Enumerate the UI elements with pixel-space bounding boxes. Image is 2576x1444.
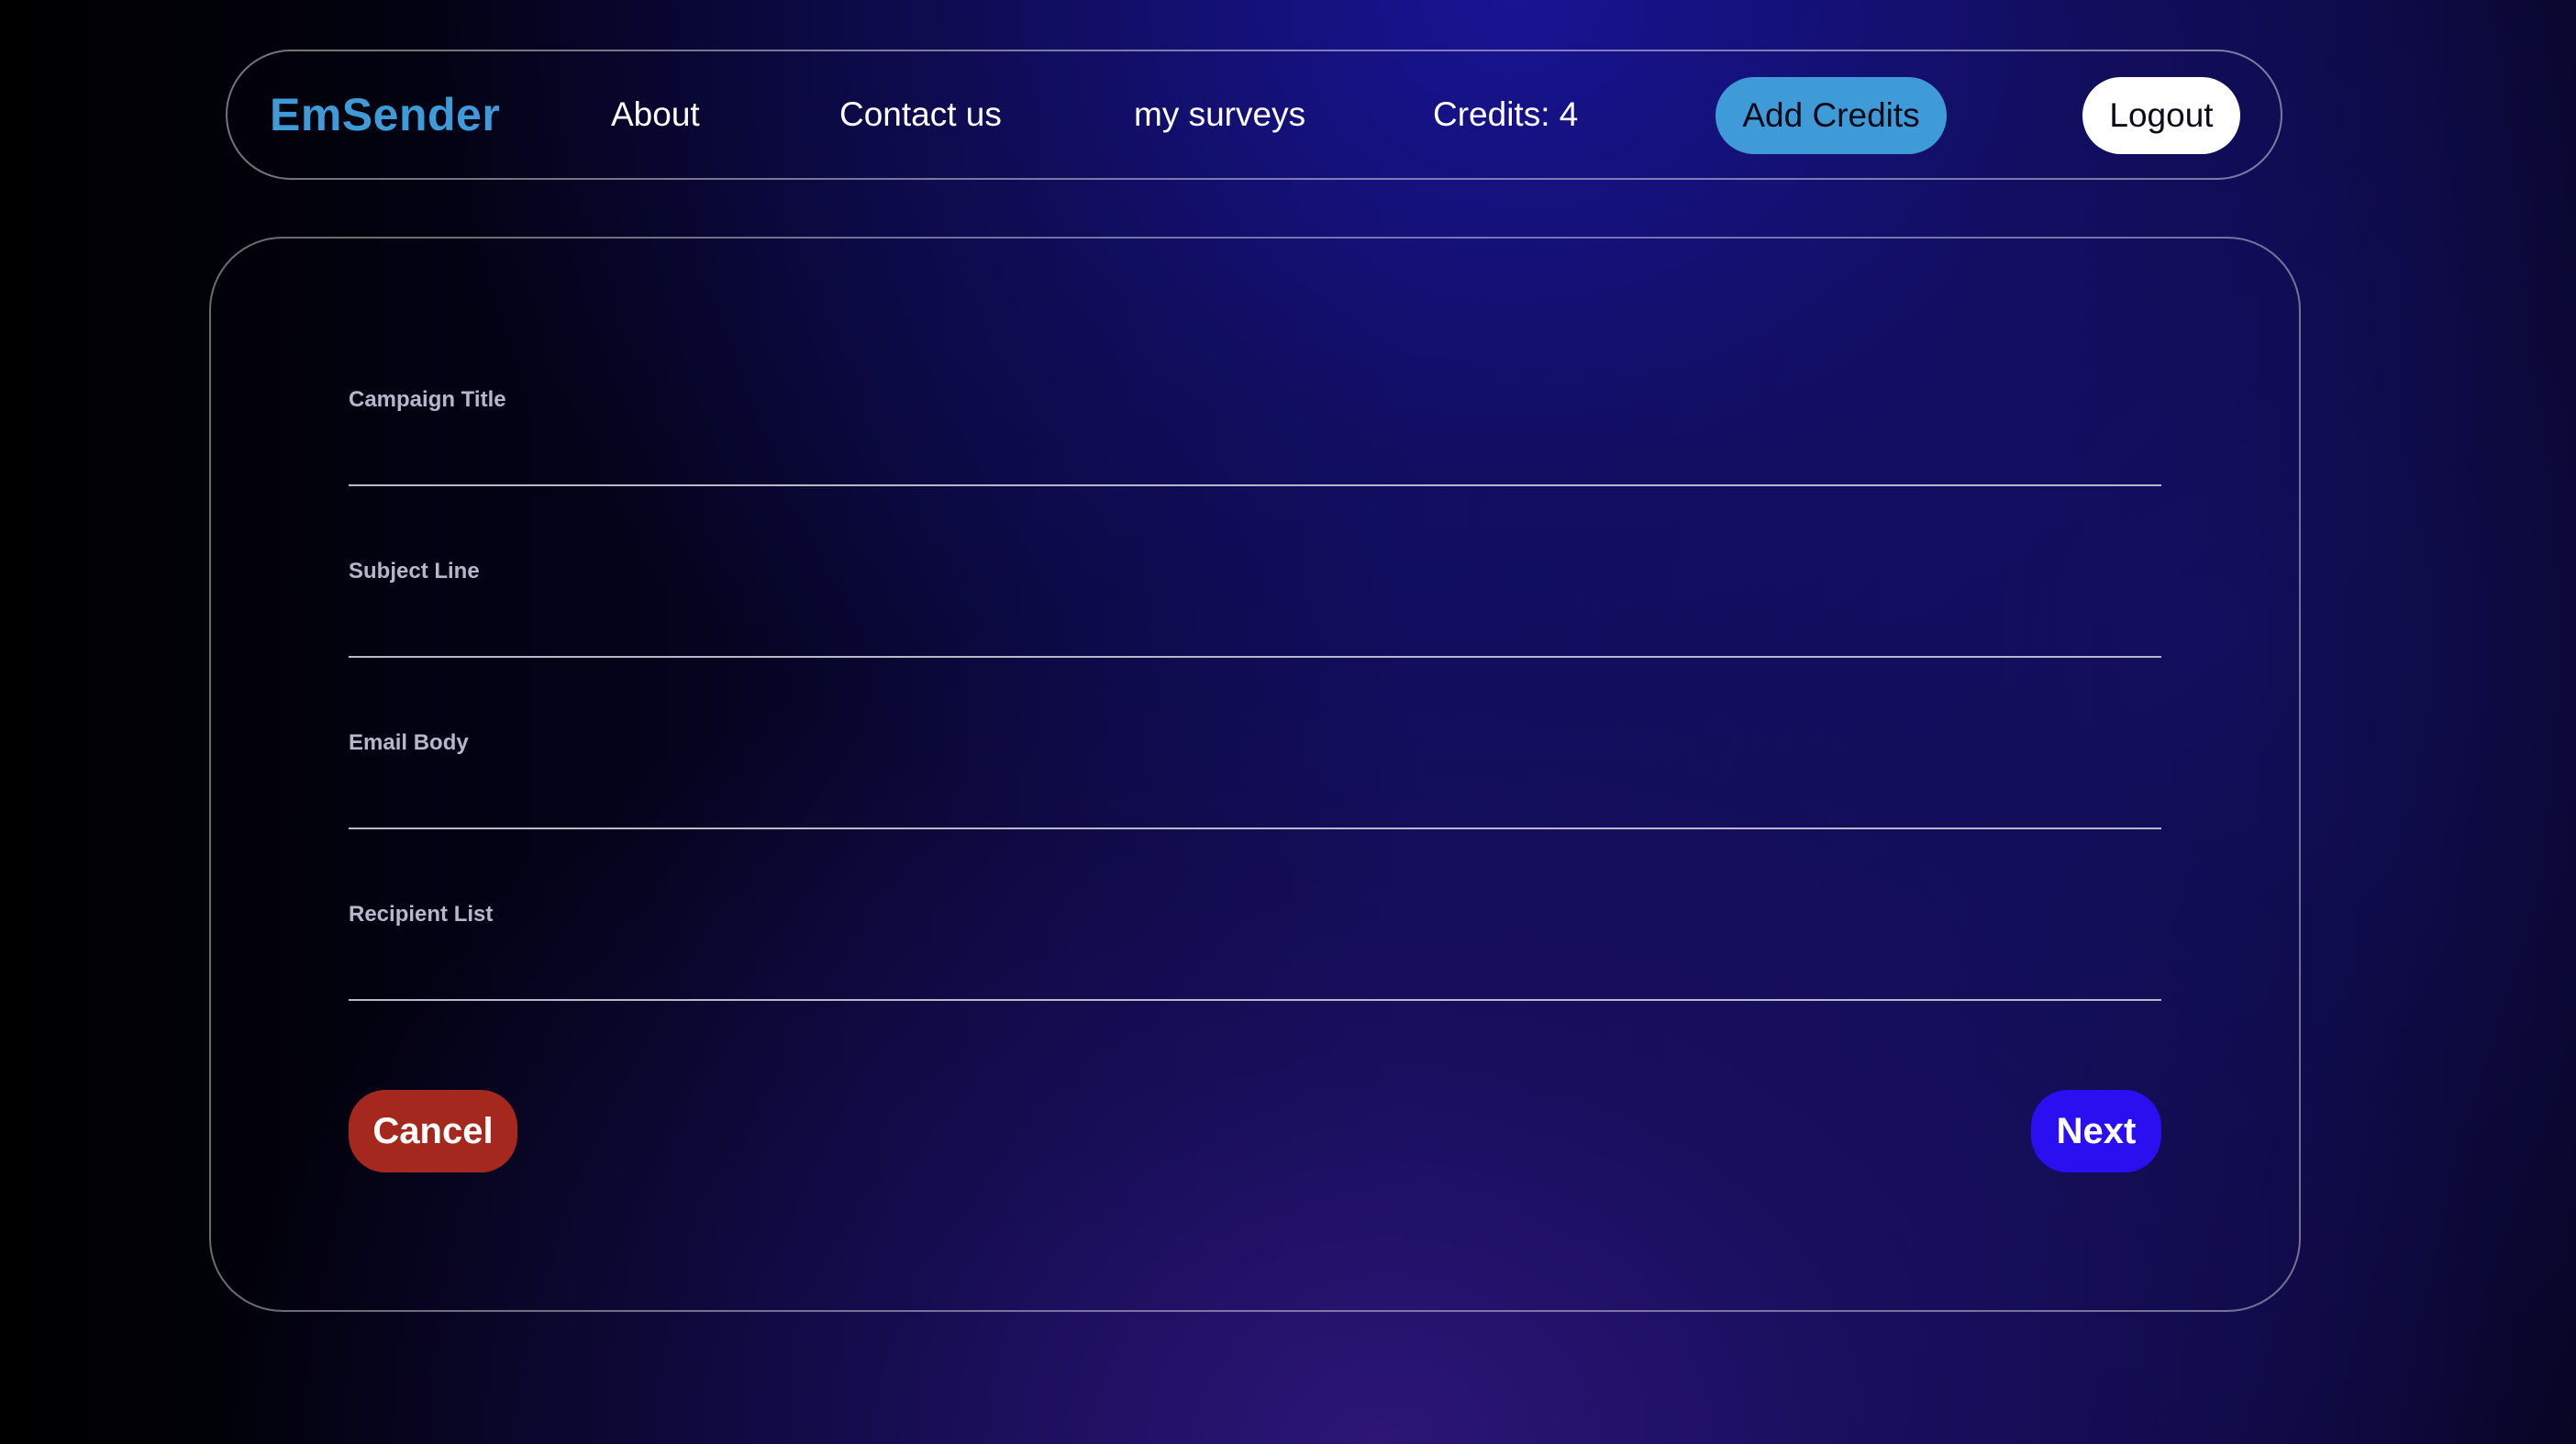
subject-line-label: Subject Line [349,559,480,583]
campaign-title-input[interactable] [349,428,2161,486]
top-navbar: EmSender About Contact us my surveys Cre… [226,50,2282,180]
campaign-title-label: Campaign Title [349,387,506,412]
cancel-button[interactable]: Cancel [349,1090,517,1172]
brand-logo[interactable]: EmSender [270,51,500,178]
subject-line-input[interactable] [349,599,2161,658]
nav-link-contact-us[interactable]: Contact us [839,51,1002,178]
subject-line-field: Subject Line [349,559,2161,687]
nav-link-about[interactable]: About [611,51,700,178]
credits-count: Credits: 4 [1433,95,1579,133]
logout-button[interactable]: Logout [2082,77,2240,154]
nav-link-my-surveys[interactable]: my surveys [1134,51,1305,178]
email-body-field: Email Body [349,730,2161,859]
add-credits-button[interactable]: Add Credits [1715,77,1947,154]
campaign-form-card: Campaign Title Subject Line Email Body R… [209,237,2301,1312]
email-body-input[interactable] [349,771,2161,829]
email-body-label: Email Body [349,730,469,755]
next-button[interactable]: Next [2031,1090,2161,1172]
campaign-title-field: Campaign Title [349,387,2161,516]
recipient-list-label: Recipient List [349,902,494,927]
recipient-list-field: Recipient List [349,902,2161,1030]
recipient-list-input[interactable] [349,942,2161,1001]
